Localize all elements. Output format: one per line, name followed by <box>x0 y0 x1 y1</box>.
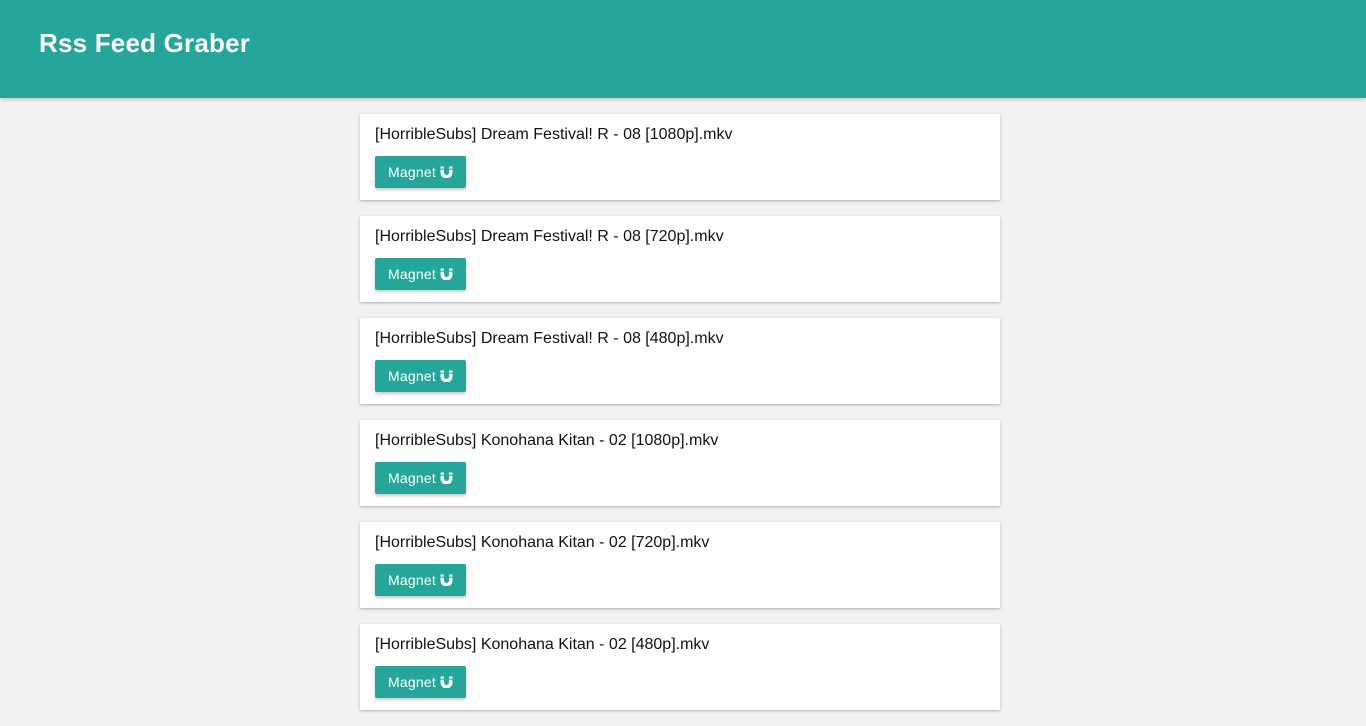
magnet-button[interactable]: Magnet <box>375 258 466 290</box>
magnet-button-label: Magnet <box>388 674 436 690</box>
magnet-button[interactable]: Magnet <box>375 156 466 188</box>
magnet-button-label: Magnet <box>388 572 436 588</box>
magnet-button[interactable]: Magnet <box>375 666 466 698</box>
feed-item-title: [HorribleSubs] Konohana Kitan - 02 [480p… <box>375 636 710 653</box>
feed-item-title: [HorribleSubs] Dream Festival! R - 08 [4… <box>375 330 724 347</box>
feed-item-title: [HorribleSubs] Konohana Kitan - 02 [1080… <box>375 432 719 449</box>
magnet-icon <box>440 676 453 688</box>
magnet-icon <box>440 166 453 178</box>
feed-item-title: [HorribleSubs] Konohana Kitan - 02 [720p… <box>375 534 710 551</box>
feed-item: [HorribleSubs] Dream Festival! R - 08 [7… <box>360 216 1000 302</box>
app-header: Rss Feed Graber <box>0 0 1366 98</box>
magnet-icon <box>440 370 453 382</box>
magnet-button-label: Magnet <box>388 164 436 180</box>
magnet-button[interactable]: Magnet <box>375 360 466 392</box>
magnet-icon <box>440 574 453 586</box>
feed-item-title: [HorribleSubs] Dream Festival! R - 08 [7… <box>375 228 724 245</box>
feed-list: [HorribleSubs] Dream Festival! R - 08 [1… <box>360 114 1000 726</box>
magnet-button[interactable]: Magnet <box>375 462 466 494</box>
magnet-icon <box>440 268 453 280</box>
feed-item: [HorribleSubs] Konohana Kitan - 02 [1080… <box>360 420 1000 506</box>
app-title: Rss Feed Graber <box>39 28 251 58</box>
feed-item: [HorribleSubs] Dream Festival! R - 08 [4… <box>360 318 1000 404</box>
magnet-button-label: Magnet <box>388 470 436 486</box>
magnet-button-label: Magnet <box>388 266 436 282</box>
magnet-button[interactable]: Magnet <box>375 564 466 596</box>
magnet-icon <box>440 472 453 484</box>
feed-item-title: [HorribleSubs] Dream Festival! R - 08 [1… <box>375 126 733 143</box>
feed-item: [HorribleSubs] Konohana Kitan - 02 [480p… <box>360 624 1000 710</box>
feed-item: [HorribleSubs] Konohana Kitan - 02 [720p… <box>360 522 1000 608</box>
magnet-button-label: Magnet <box>388 368 436 384</box>
feed-item: [HorribleSubs] Dream Festival! R - 08 [1… <box>360 114 1000 200</box>
